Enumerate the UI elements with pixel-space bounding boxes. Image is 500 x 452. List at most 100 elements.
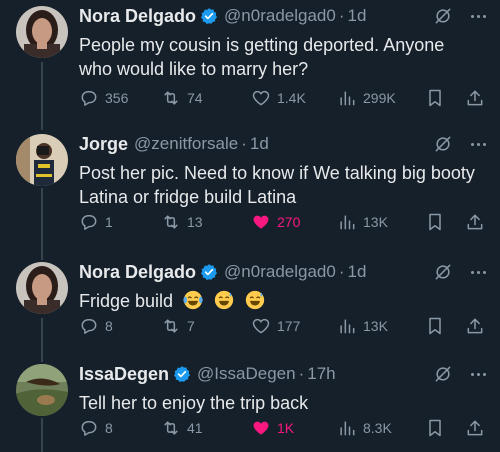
avatar[interactable] [16, 134, 68, 186]
share-icon [467, 90, 483, 106]
like-count: 1.4K [277, 90, 306, 106]
view-count: 13K [363, 318, 388, 334]
like-button[interactable]: 177 [251, 316, 300, 336]
timestamp[interactable]: 1d [348, 6, 367, 26]
avatar[interactable] [16, 364, 68, 416]
tweet[interactable]: Nora Delgado @n0radelgad0 · 1d People my… [0, 4, 500, 124]
display-name[interactable]: Nora Delgado [79, 262, 196, 283]
display-name[interactable]: Nora Delgado [79, 6, 196, 27]
retweet-button[interactable]: 7 [161, 316, 195, 336]
grok-icon[interactable] [433, 364, 453, 384]
display-name[interactable]: Jorge [79, 134, 128, 155]
share-icon [467, 318, 483, 334]
analytics-icon [340, 421, 355, 436]
reply-button[interactable]: 8 [79, 418, 113, 438]
heart-filled-icon [253, 215, 269, 229]
retweet-icon [164, 319, 178, 333]
timestamp[interactable]: 1d [250, 134, 269, 154]
reply-button[interactable]: 1 [79, 212, 113, 232]
retweet-button[interactable]: 74 [161, 88, 203, 108]
reply-icon [81, 215, 97, 230]
bookmark-button[interactable] [425, 88, 445, 108]
separator-dot: · [241, 134, 247, 153]
analytics-icon [340, 91, 355, 106]
views-button[interactable]: 8.3K [337, 418, 392, 438]
avatar[interactable] [16, 262, 68, 314]
retweet-count: 13 [187, 214, 203, 230]
reply-count: 8 [105, 420, 113, 436]
share-button[interactable] [465, 88, 485, 108]
like-button[interactable]: 1K [251, 418, 294, 438]
reply-count: 1 [105, 214, 113, 230]
bookmark-button[interactable] [425, 316, 445, 336]
share-button[interactable] [465, 316, 485, 336]
share-icon [467, 420, 483, 436]
separator-dot: · [338, 262, 345, 281]
user-handle[interactable]: @n0radelgad0 [224, 6, 336, 26]
user-handle[interactable]: @zenitforsale [134, 134, 238, 154]
reply-button[interactable]: 8 [79, 316, 113, 336]
more-options-icon[interactable] [471, 270, 486, 274]
more-options-icon[interactable] [471, 14, 486, 18]
share-button[interactable] [465, 212, 485, 232]
user-handle[interactable]: @n0radelgad0 [224, 262, 336, 282]
tweet[interactable]: IssaDegen @IssaDegen · 17h Tell her to e… [0, 362, 500, 452]
grinning-sweat-emoji [245, 290, 265, 310]
bookmark-icon [429, 317, 441, 335]
reply-count: 8 [105, 318, 113, 334]
reply-icon [81, 319, 97, 334]
grok-icon[interactable] [433, 134, 453, 154]
view-count: 8.3K [363, 420, 392, 436]
grok-icon[interactable] [433, 262, 453, 282]
reply-count: 356 [105, 90, 129, 106]
reply-icon [81, 421, 97, 436]
verified-badge-icon [174, 366, 191, 383]
reply-icon [81, 91, 97, 106]
bookmark-button[interactable] [425, 212, 445, 232]
more-options-icon[interactable] [471, 142, 486, 146]
tweet-text-block: Fridge build [79, 289, 479, 313]
retweet-button[interactable]: 13 [161, 212, 203, 232]
user-handle[interactable]: @IssaDegen [197, 364, 296, 384]
view-count: 299K [363, 90, 396, 106]
more-options-icon[interactable] [471, 372, 486, 376]
like-button[interactable]: 1.4K [251, 88, 306, 108]
share-icon [467, 214, 483, 230]
separator-dot: · [298, 364, 305, 383]
bookmark-button[interactable] [425, 418, 445, 438]
view-count: 13K [363, 214, 388, 230]
grok-icon[interactable] [433, 6, 453, 26]
views-button[interactable]: 299K [337, 88, 396, 108]
grinning-sweat-emoji [214, 290, 234, 310]
views-button[interactable]: 13K [337, 316, 388, 336]
retweet-count: 74 [187, 90, 203, 106]
retweet-icon [164, 421, 178, 435]
analytics-icon [340, 215, 355, 230]
heart-filled-icon [253, 421, 269, 435]
retweet-icon [164, 91, 178, 105]
tweet-text: Fridge build [79, 291, 174, 311]
tweet[interactable]: Jorge @zenitforsale · 1d Post her pic. N… [0, 132, 500, 252]
heart-icon [252, 318, 270, 334]
retweet-count: 41 [187, 420, 203, 436]
timestamp[interactable]: 17h [307, 364, 335, 384]
like-count: 177 [277, 318, 301, 334]
retweet-button[interactable]: 41 [161, 418, 203, 438]
share-button[interactable] [465, 418, 485, 438]
timestamp[interactable]: 1d [348, 262, 367, 282]
analytics-icon [340, 319, 355, 334]
views-button[interactable]: 13K [337, 212, 388, 232]
reply-button[interactable]: 356 [79, 88, 128, 108]
display-name[interactable]: IssaDegen [79, 364, 169, 385]
tweet-text: People my cousin is getting deported. An… [79, 35, 445, 79]
tweet[interactable]: Nora Delgado @n0radelgad0 · 1d Fridge bu… [0, 260, 500, 356]
avatar[interactable] [16, 6, 68, 58]
verified-badge-icon [201, 8, 218, 25]
like-button[interactable]: 270 [251, 212, 300, 232]
bookmark-icon [429, 213, 441, 231]
retweet-count: 7 [187, 318, 195, 334]
bookmark-icon [429, 89, 441, 107]
verified-badge-icon [201, 264, 218, 281]
like-count: 270 [277, 214, 301, 230]
heart-icon [252, 90, 270, 106]
